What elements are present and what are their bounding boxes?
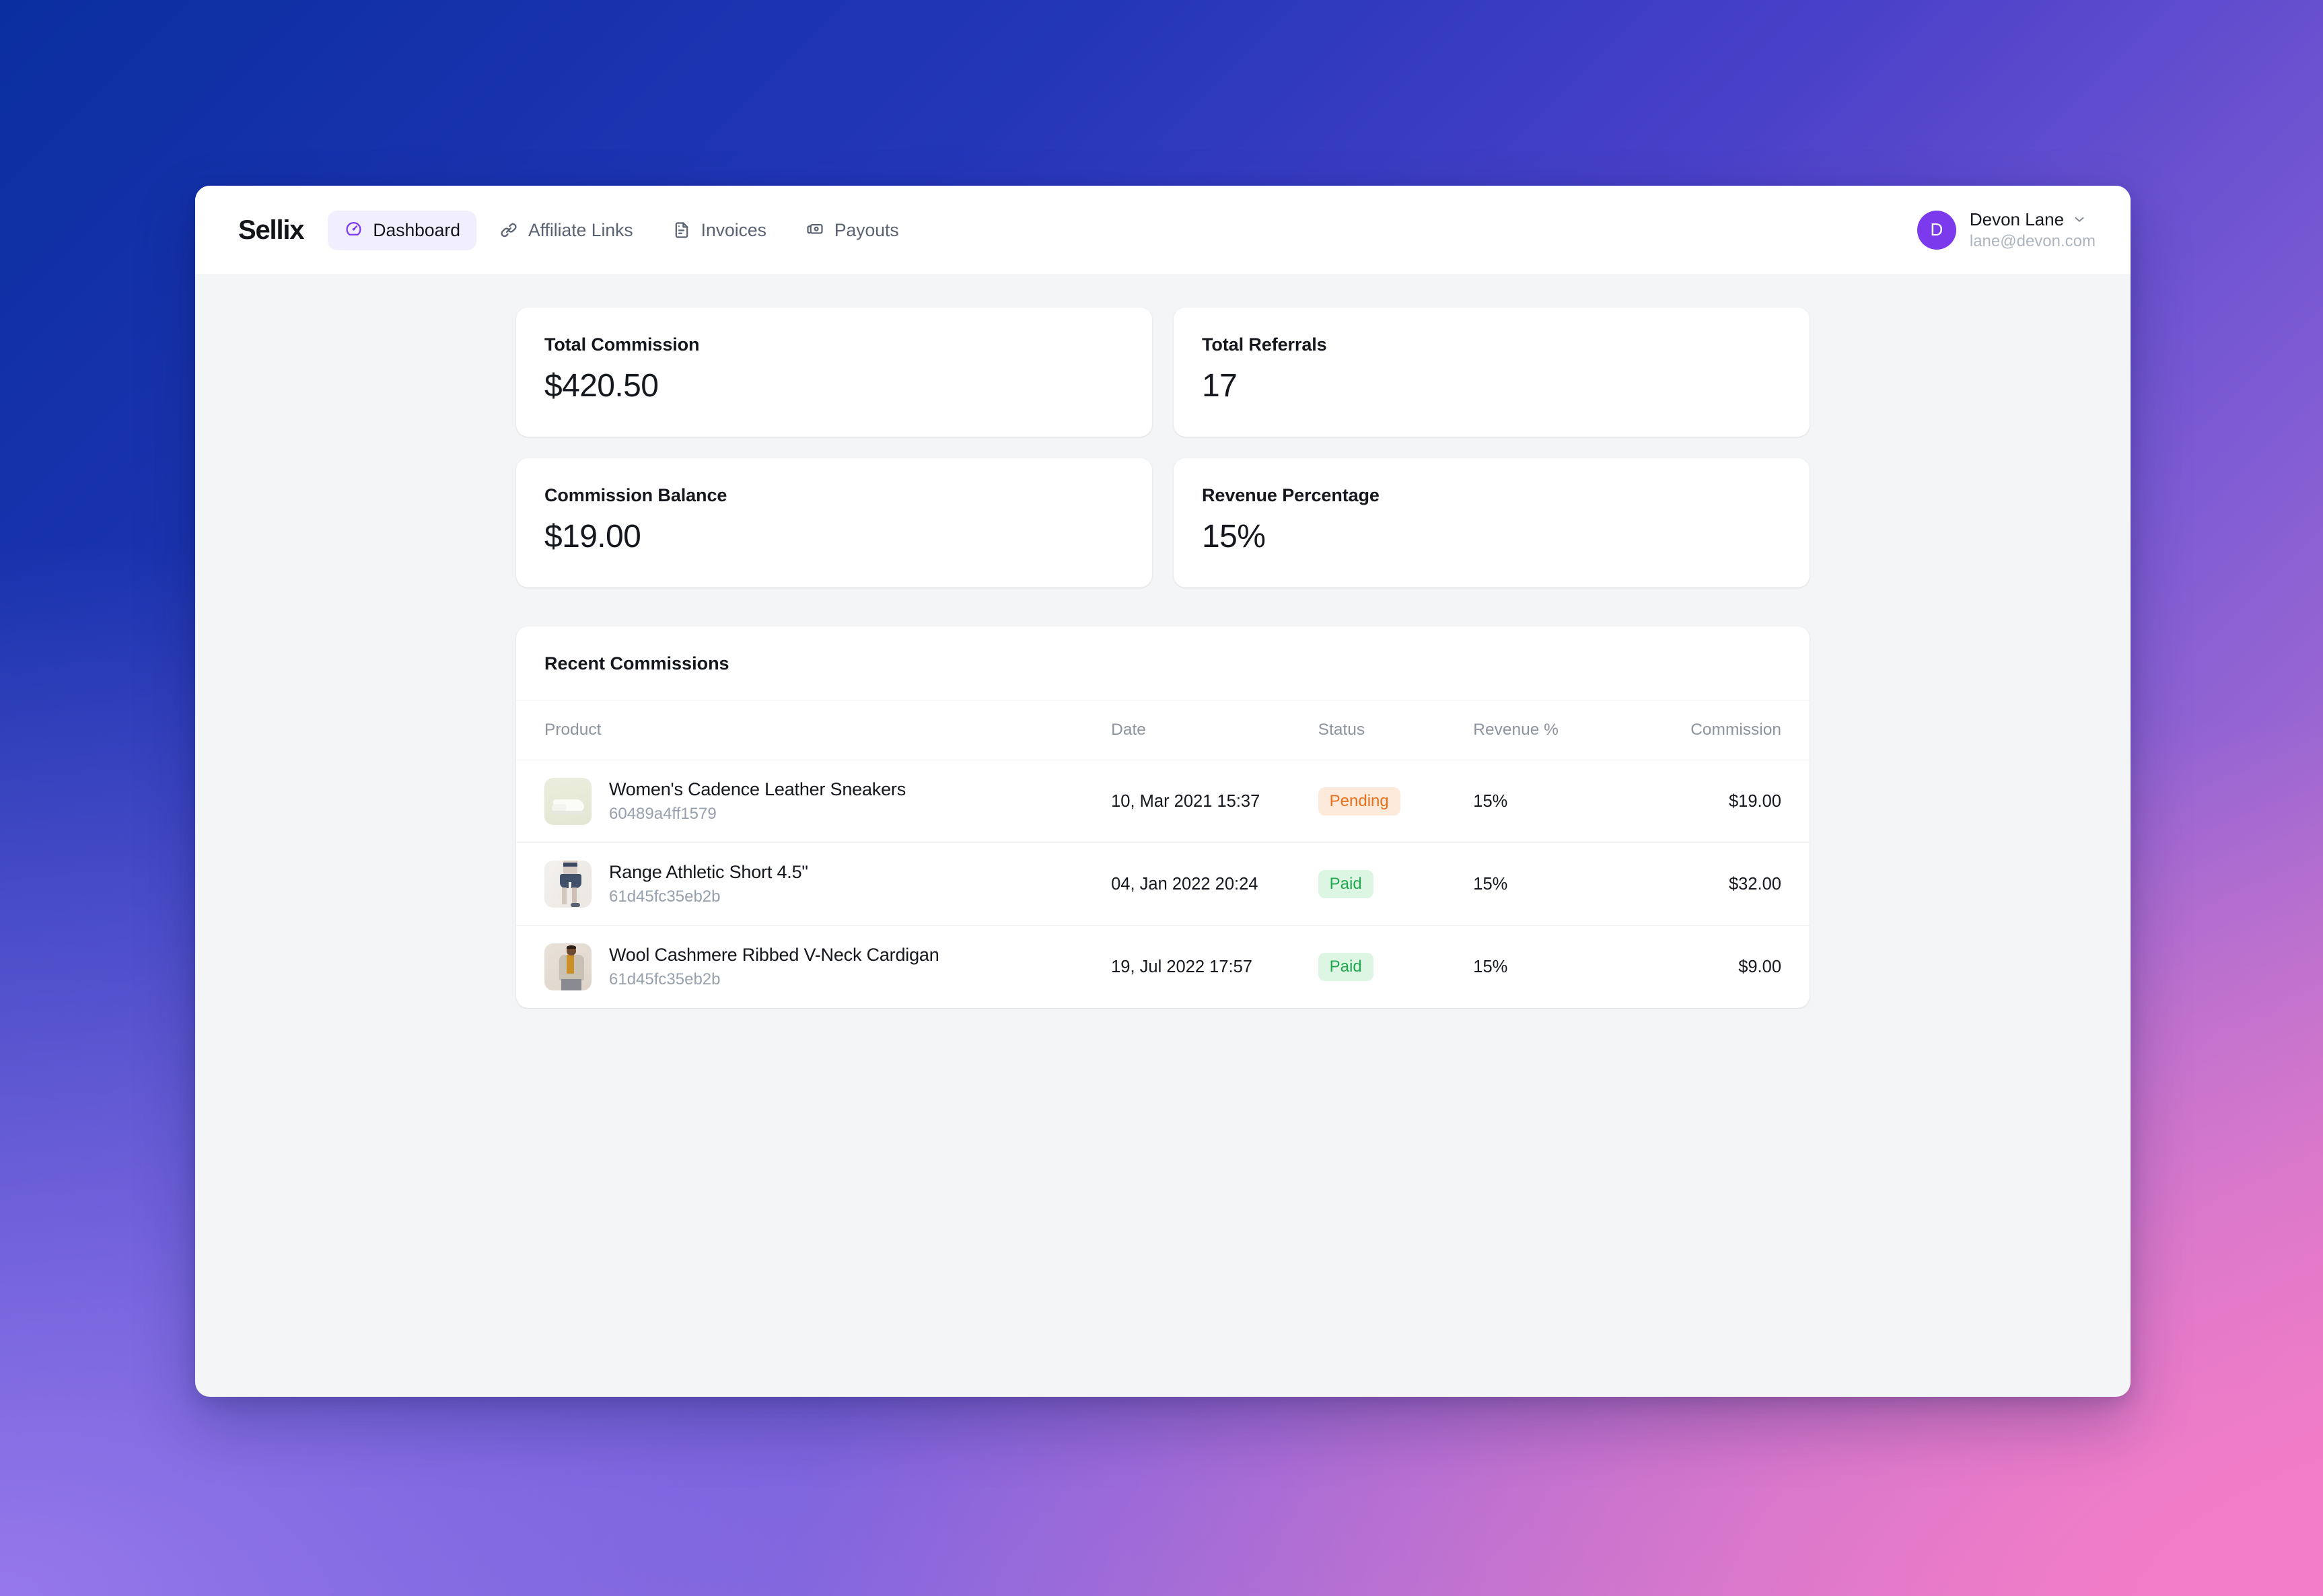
product-id: 61d45fc35eb2b xyxy=(609,970,721,988)
stats-grid: Total Commission $420.50 Total Referrals… xyxy=(516,307,1810,587)
gauge-icon xyxy=(344,221,363,240)
stat-card-total-commission: Total Commission $420.50 xyxy=(516,307,1152,437)
column-header-commission[interactable]: Commission xyxy=(1628,700,1810,760)
cell-product: Women's Cadence Leather Sneakers 60489a4… xyxy=(516,760,1112,843)
cardigan-thumbnail xyxy=(544,943,592,990)
nav-item-affiliate-links-label: Affiliate Links xyxy=(528,219,633,240)
user-menu[interactable]: D Devon Lane lane@devon.com xyxy=(1917,209,2096,252)
stat-value: 15% xyxy=(1202,519,1266,554)
status-badge: Paid xyxy=(1318,953,1373,981)
chevron-down-icon[interactable] xyxy=(2072,212,2087,227)
stat-value: $19.00 xyxy=(544,519,641,554)
recent-commissions-card: Recent Commissions Product Date Status R… xyxy=(516,626,1810,1008)
cell-date: 04, Jan 2022 20:24 xyxy=(1111,842,1318,926)
stat-label: Revenue Percentage xyxy=(1202,485,1380,505)
app-window: Sellix Dashboard Affiliate Links Invoice… xyxy=(195,186,2131,1397)
product-name: Wool Cashmere Ribbed V-Neck Cardigan xyxy=(609,945,939,965)
nav-item-affiliate-links[interactable]: Affiliate Links xyxy=(483,211,649,250)
user-email: lane@devon.com xyxy=(1969,232,2096,251)
table-head: Product Date Status Revenue % Commission xyxy=(516,700,1810,760)
product-name: Range Athletic Short 4.5" xyxy=(609,862,808,882)
top-navigation-bar: Sellix Dashboard Affiliate Links Invoice… xyxy=(195,186,2131,275)
avatar: D xyxy=(1917,210,1956,250)
document-icon xyxy=(672,221,692,240)
date-value: 19, Jul 2022 17:57 xyxy=(1111,957,1252,976)
column-header-date[interactable]: Date xyxy=(1111,700,1318,760)
cash-stack-icon xyxy=(806,221,825,240)
main-content: Total Commission $420.50 Total Referrals… xyxy=(195,275,2131,1040)
column-header-status[interactable]: Status xyxy=(1318,700,1474,760)
user-name: Devon Lane xyxy=(1969,209,2065,229)
cell-product: Range Athletic Short 4.5" 61d45fc35eb2b xyxy=(516,842,1112,926)
shorts-thumbnail xyxy=(544,861,592,908)
commission-value: $32.00 xyxy=(1729,874,1781,894)
stat-value: $420.50 xyxy=(544,368,659,404)
stat-card-total-referrals: Total Referrals 17 xyxy=(1174,307,1810,437)
cell-commission: $19.00 xyxy=(1628,760,1810,843)
cell-commission: $9.00 xyxy=(1629,926,1810,1009)
nav-item-invoices-label: Invoices xyxy=(701,219,766,240)
cell-revenue: 15% xyxy=(1473,760,1629,843)
sellix-logo[interactable]: Sellix xyxy=(238,215,305,246)
stat-card-commission-balance: Commission Balance $19.00 xyxy=(516,458,1152,587)
table-header-row: Product Date Status Revenue % Commission xyxy=(516,700,1810,760)
stat-label: Total Commission xyxy=(544,334,700,355)
product-text: Women's Cadence Leather Sneakers 60489a4… xyxy=(609,779,906,824)
product-name: Women's Cadence Leather Sneakers xyxy=(609,779,906,799)
stat-value: 17 xyxy=(1202,368,1238,404)
nav-item-dashboard-label: Dashboard xyxy=(373,219,460,240)
product-text: Wool Cashmere Ribbed V-Neck Cardigan 61d… xyxy=(609,945,939,989)
table-body: Women's Cadence Leather Sneakers 60489a4… xyxy=(516,760,1810,1009)
product-id: 60489a4ff1579 xyxy=(609,805,717,823)
revenue-value: 15% xyxy=(1473,791,1508,811)
sneaker-thumbnail xyxy=(544,778,592,825)
cell-status: Paid xyxy=(1318,926,1474,1009)
recent-commissions-title: Recent Commissions xyxy=(516,626,1810,700)
product-cell: Women's Cadence Leather Sneakers 60489a4… xyxy=(544,778,1111,825)
status-badge: Pending xyxy=(1318,787,1400,815)
commission-value: $9.00 xyxy=(1738,957,1781,976)
cell-status: Pending xyxy=(1318,760,1474,843)
status-badge: Paid xyxy=(1318,870,1373,898)
cell-commission: $32.00 xyxy=(1628,842,1810,926)
nav-item-payouts[interactable]: Payouts xyxy=(789,211,915,250)
product-cell: Wool Cashmere Ribbed V-Neck Cardigan 61d… xyxy=(544,943,1111,990)
cell-date: 10, Mar 2021 15:37 xyxy=(1111,760,1318,843)
revenue-value: 15% xyxy=(1473,874,1508,894)
table-row[interactable]: Wool Cashmere Ribbed V-Neck Cardigan 61d… xyxy=(516,926,1810,1009)
link-icon xyxy=(499,221,519,240)
date-value: 10, Mar 2021 15:37 xyxy=(1111,791,1260,811)
cell-product: Wool Cashmere Ribbed V-Neck Cardigan 61d… xyxy=(516,926,1111,1009)
user-name-row: Devon Lane xyxy=(1970,209,2096,231)
cell-revenue: 15% xyxy=(1473,926,1629,1009)
product-text: Range Athletic Short 4.5" 61d45fc35eb2b xyxy=(609,862,808,906)
user-info: Devon Lane lane@devon.com xyxy=(1970,209,2096,252)
stat-label: Commission Balance xyxy=(544,485,727,505)
cell-status: Paid xyxy=(1318,842,1474,926)
date-value: 04, Jan 2022 20:24 xyxy=(1111,874,1258,894)
nav-item-payouts-label: Payouts xyxy=(834,219,899,240)
stat-card-revenue-percentage: Revenue Percentage 15% xyxy=(1174,458,1810,587)
recent-commissions-table: Product Date Status Revenue % Commission xyxy=(516,700,1810,1008)
table-row[interactable]: Women's Cadence Leather Sneakers 60489a4… xyxy=(516,760,1810,843)
commission-value: $19.00 xyxy=(1729,791,1781,811)
product-id: 61d45fc35eb2b xyxy=(609,887,721,906)
column-header-revenue[interactable]: Revenue % xyxy=(1473,700,1629,760)
nav-item-dashboard[interactable]: Dashboard xyxy=(328,210,476,250)
table-row[interactable]: Range Athletic Short 4.5" 61d45fc35eb2b … xyxy=(516,842,1810,926)
nav-item-invoices[interactable]: Invoices xyxy=(656,211,783,250)
product-cell: Range Athletic Short 4.5" 61d45fc35eb2b xyxy=(544,861,1111,908)
column-header-product[interactable]: Product xyxy=(516,700,1112,760)
stat-label: Total Referrals xyxy=(1202,334,1327,355)
revenue-value: 15% xyxy=(1473,957,1508,976)
cell-date: 19, Jul 2022 17:57 xyxy=(1111,926,1318,1009)
main-nav: Dashboard Affiliate Links Invoices Payou… xyxy=(328,210,915,250)
cell-revenue: 15% xyxy=(1473,842,1629,926)
